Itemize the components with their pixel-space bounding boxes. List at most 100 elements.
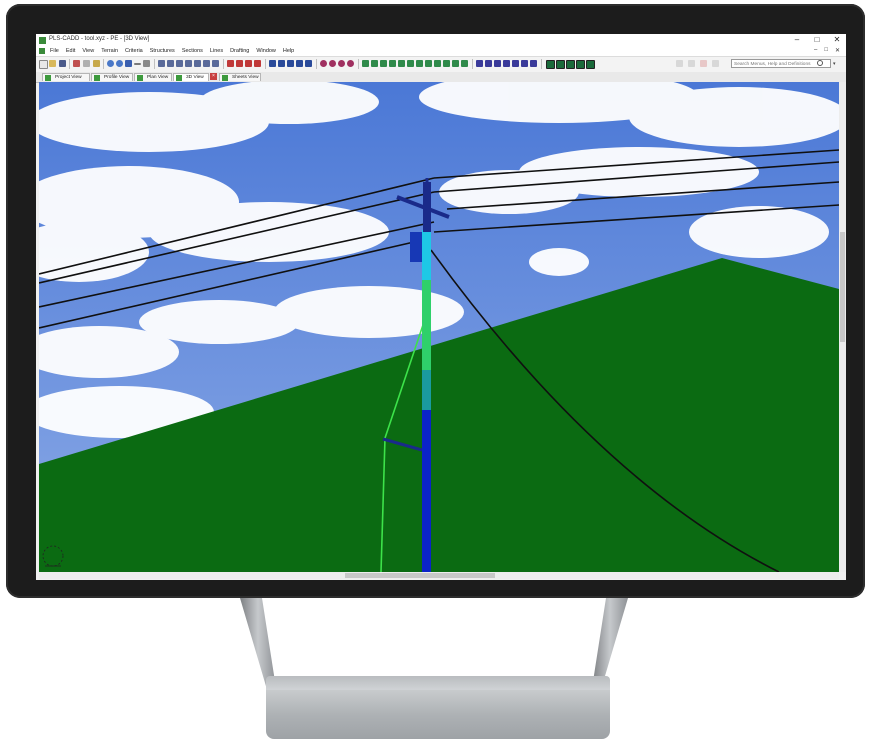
wire-icon-12[interactable]: [461, 60, 468, 67]
minimize-button[interactable]: ‒: [792, 35, 802, 45]
rotate-right-icon[interactable]: [167, 60, 174, 67]
section-check-icon[interactable]: [305, 60, 312, 67]
zoom-out-icon[interactable]: [116, 60, 123, 67]
close-button[interactable]: ✕: [832, 35, 842, 45]
menu-terrain[interactable]: Terrain: [101, 48, 118, 54]
clearance-2-icon[interactable]: [329, 60, 336, 67]
section-tension-icon[interactable]: [296, 60, 303, 67]
tab-label: Project View: [55, 75, 82, 80]
section-edit-icon[interactable]: [278, 60, 285, 67]
toolbar-separator: [316, 59, 317, 69]
disabled-tool-icon-3[interactable]: [700, 60, 707, 67]
toolbar-separator: [541, 59, 542, 69]
section-add-icon[interactable]: [269, 60, 276, 67]
menu-help[interactable]: Help: [283, 48, 294, 54]
display-mode-icon-4[interactable]: [576, 60, 585, 69]
search-dropdown-icon[interactable]: ▾: [833, 61, 836, 67]
toolbar-separator: [69, 59, 70, 69]
vertical-scrollbar[interactable]: [839, 82, 846, 572]
search-input[interactable]: Search Menus, Help and Definitions: [731, 59, 831, 68]
wire-icon-1[interactable]: [362, 60, 369, 67]
wire-icon-8[interactable]: [425, 60, 432, 67]
rotate-down-icon[interactable]: [185, 60, 192, 67]
save-icon[interactable]: [59, 60, 66, 67]
new-file-icon[interactable]: [39, 60, 48, 69]
display-mode-icon-5[interactable]: [586, 60, 595, 69]
menu-sections[interactable]: Sections: [182, 48, 203, 54]
tab-project-view[interactable]: Project View: [42, 73, 90, 81]
menu-criteria[interactable]: Criteria: [125, 48, 143, 54]
mdi-close-button[interactable]: ✕: [835, 47, 840, 54]
menu-window[interactable]: Window: [256, 48, 276, 54]
transformer: [410, 232, 422, 262]
scrollbar-thumb[interactable]: [840, 232, 845, 342]
pole-top-segment: [422, 230, 431, 280]
rotate-left-icon[interactable]: [158, 60, 165, 67]
clearance-4-icon[interactable]: [347, 60, 354, 67]
report-icon-5[interactable]: [512, 60, 519, 67]
search-icon[interactable]: [817, 60, 823, 66]
menu-view[interactable]: View: [82, 48, 94, 54]
report-icon-1[interactable]: [476, 60, 483, 67]
orbit-icon[interactable]: [194, 60, 201, 67]
wire-icon-10[interactable]: [443, 60, 450, 67]
report-icon-3[interactable]: [494, 60, 501, 67]
pan-icon[interactable]: [125, 60, 132, 67]
display-mode-icon-3[interactable]: [566, 60, 575, 69]
display-mode-icon-2[interactable]: [556, 60, 565, 69]
maximize-button[interactable]: □: [812, 35, 822, 45]
window-title: PLS-CADD - tool.xyz - PE - [3D View]: [49, 36, 150, 42]
structure-delete-icon[interactable]: [254, 60, 261, 67]
horizontal-scrollbar[interactable]: [39, 572, 839, 579]
structure-edit-icon[interactable]: [245, 60, 252, 67]
structure-add-icon[interactable]: [227, 60, 234, 67]
menu-structures[interactable]: Structures: [150, 48, 175, 54]
tab-sheets-view[interactable]: Sheets View: [219, 73, 261, 81]
structure-move-icon[interactable]: [236, 60, 243, 67]
zoom-all-icon[interactable]: [143, 60, 150, 67]
tab-plan-view[interactable]: Plan View: [134, 73, 172, 81]
title-bar: PLS-CADD - tool.xyz - PE - [3D View] ‒ □…: [36, 34, 846, 47]
open-folder-icon[interactable]: [49, 60, 56, 67]
walk-icon[interactable]: [212, 60, 219, 67]
display-mode-icon-1[interactable]: [546, 60, 555, 69]
report-icon-2[interactable]: [485, 60, 492, 67]
mdi-restore-button[interactable]: □: [824, 47, 828, 54]
zoom-extents-icon[interactable]: [134, 63, 141, 65]
clearance-3-icon[interactable]: [338, 60, 345, 67]
report-icon-6[interactable]: [521, 60, 528, 67]
menu-file[interactable]: File: [50, 48, 59, 54]
wire-icon-7[interactable]: [416, 60, 423, 67]
3d-viewport[interactable]: [39, 82, 839, 572]
pole-middle-segment: [422, 280, 431, 370]
disabled-tool-icon-2[interactable]: [688, 60, 695, 67]
wire-icon-6[interactable]: [407, 60, 414, 67]
copy-icon[interactable]: [83, 60, 90, 67]
scrollbar-thumb[interactable]: [345, 573, 495, 578]
tab-3d-view[interactable]: 3D View: [173, 73, 209, 81]
report-icon-7[interactable]: [530, 60, 537, 67]
menu-lines[interactable]: Lines: [210, 48, 223, 54]
tab-profile-view[interactable]: Profile View: [91, 73, 133, 81]
zoom-in-icon[interactable]: [107, 60, 114, 67]
paste-icon[interactable]: [93, 60, 100, 67]
wire-icon-4[interactable]: [389, 60, 396, 67]
cut-icon[interactable]: [73, 60, 80, 67]
disabled-tool-icon-4[interactable]: [712, 60, 719, 67]
menu-drafting[interactable]: Drafting: [230, 48, 249, 54]
wire-icon-3[interactable]: [380, 60, 387, 67]
wire-icon-5[interactable]: [398, 60, 405, 67]
wire-icon-9[interactable]: [434, 60, 441, 67]
mdi-minimize-button[interactable]: –: [814, 47, 817, 54]
report-icon-4[interactable]: [503, 60, 510, 67]
wire-icon-11[interactable]: [452, 60, 459, 67]
clearance-icon[interactable]: [320, 60, 327, 67]
menu-edit[interactable]: Edit: [66, 48, 75, 54]
toolbar: Search Menus, Help and Definitions ▾: [36, 56, 846, 73]
disabled-tool-icon-1[interactable]: [676, 60, 683, 67]
view-reset-icon[interactable]: [203, 60, 210, 67]
section-sag-icon[interactable]: [287, 60, 294, 67]
close-tab-button[interactable]: ×: [210, 73, 217, 80]
wire-icon-2[interactable]: [371, 60, 378, 67]
rotate-up-icon[interactable]: [176, 60, 183, 67]
